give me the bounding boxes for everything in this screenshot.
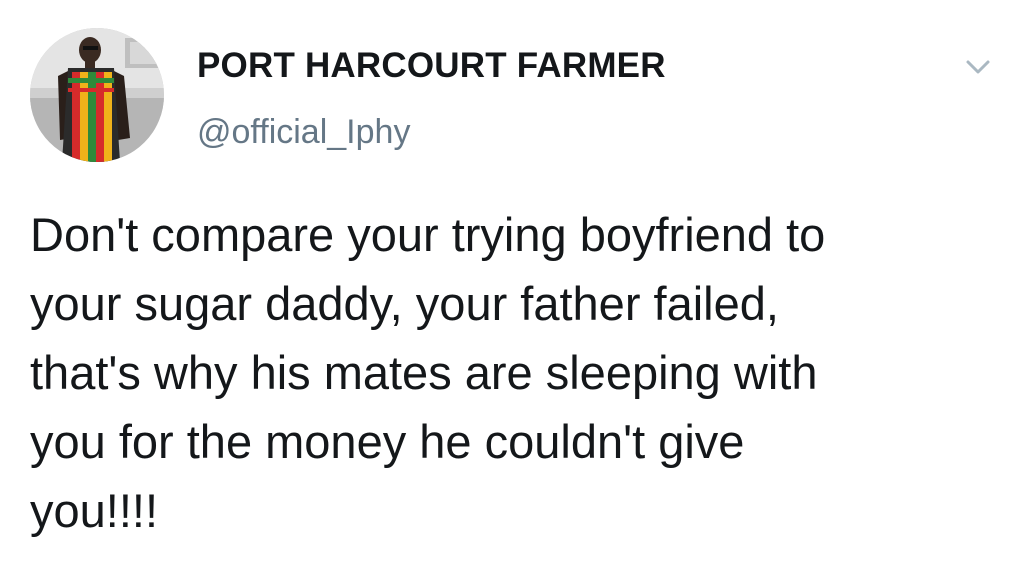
tweet-text-line: you!!!!: [30, 484, 159, 537]
avatar[interactable]: [30, 28, 164, 162]
tweet-text: Don't compare your trying boyfriend to y…: [30, 200, 1005, 545]
tweet-text-line: your sugar daddy, your father failed,: [30, 277, 779, 330]
tweet-text-line: you for the money he couldn't give: [30, 415, 745, 468]
tweet-card: PORT HARCOURT FARMER @official_Iphy Don'…: [0, 0, 1024, 588]
display-name[interactable]: PORT HARCOURT FARMER: [197, 46, 666, 86]
user-handle[interactable]: @official_Iphy: [197, 113, 410, 152]
avatar-photo: [30, 28, 164, 162]
chevron-down-icon[interactable]: [958, 52, 998, 82]
tweet-text-line: Don't compare your trying boyfriend to: [30, 208, 826, 261]
tweet-text-line: that's why his mates are sleeping with: [30, 346, 818, 399]
